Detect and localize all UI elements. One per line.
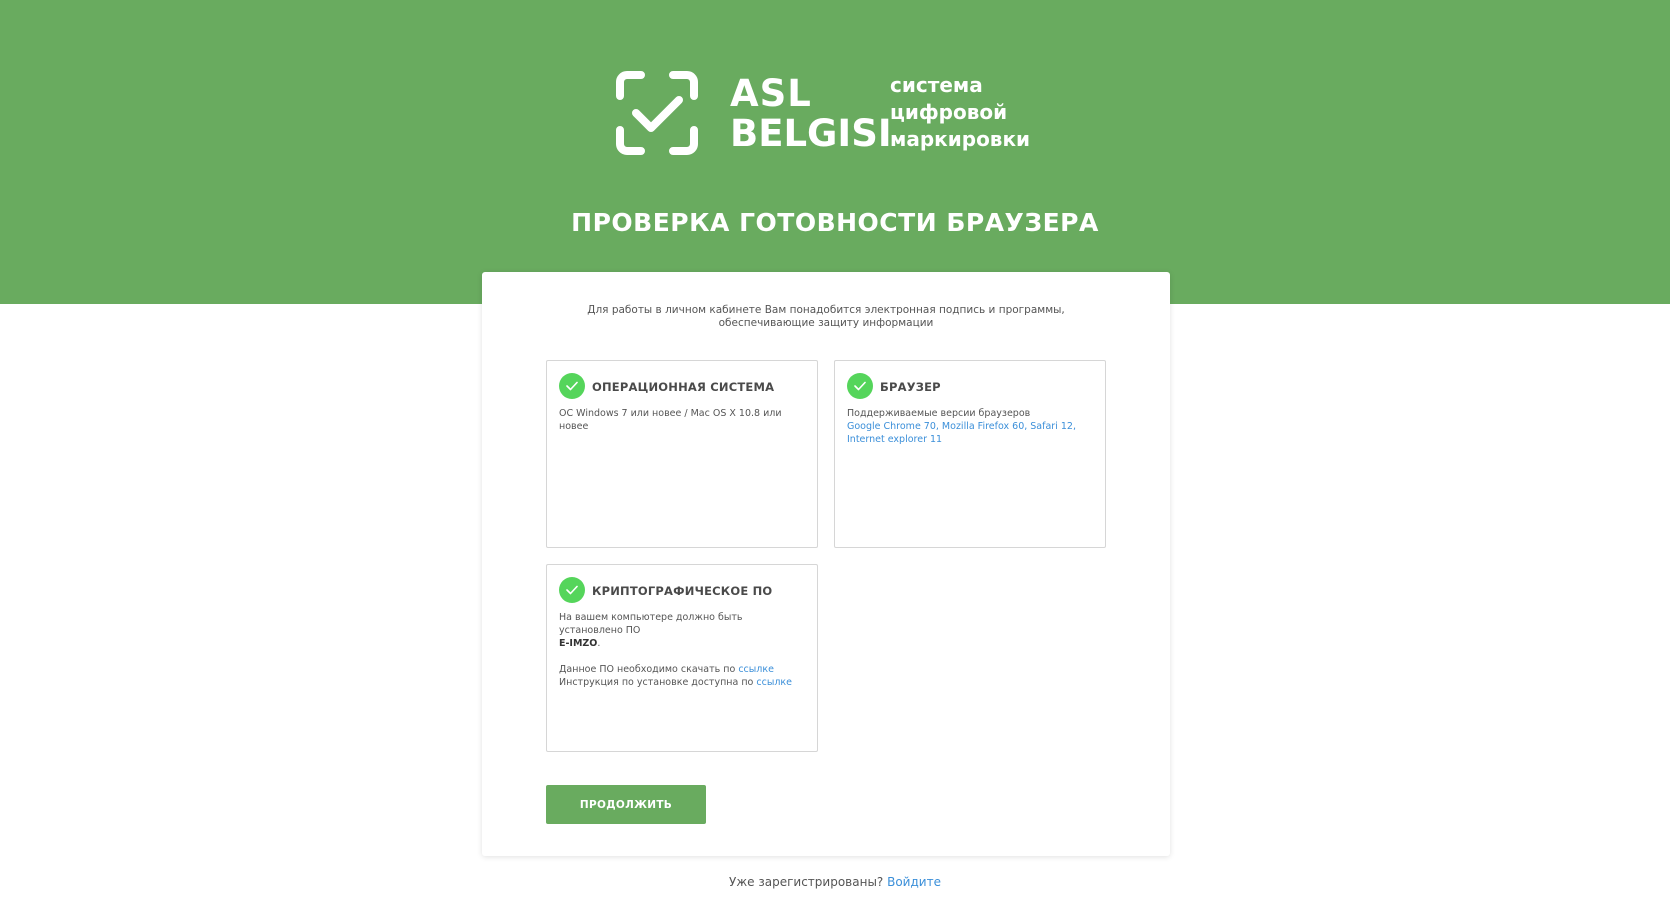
requirement-crypto: КРИПТОГРАФИЧЕСКОЕ ПО На вашем компьютере…: [546, 564, 818, 752]
check-circle-icon: [559, 373, 585, 399]
crypto-product-suffix: .: [597, 638, 601, 649]
requirement-browser-text: Поддерживаемые версии браузеров Google C…: [847, 407, 1097, 446]
crypto-download-line: Данное ПО необходимо скачать по ссылке: [559, 663, 809, 676]
crypto-instruction-line: Инструкция по установке доступна по ссыл…: [559, 676, 809, 689]
requirement-browser-title: БРАУЗЕР: [880, 380, 941, 394]
crypto-download-text: Данное ПО необходимо скачать по: [559, 664, 739, 675]
login-link[interactable]: Войдите: [887, 875, 941, 889]
logo-check-frame-icon: [616, 71, 698, 155]
continue-button[interactable]: ПРОДОЛЖИТЬ: [546, 785, 706, 824]
requirement-os: ОПЕРАЦИОННАЯ СИСТЕМА ОС Windows 7 или но…: [546, 360, 818, 548]
crypto-product-name: E-IMZO: [559, 638, 598, 649]
crypto-product-line: E-IMZO.: [559, 637, 809, 650]
readiness-card: Для работы в личном кабинете Вам понадоб…: [482, 272, 1170, 856]
logo-text-belgisi: BELGISI: [730, 112, 892, 155]
os-versions-text: ОС Windows 7 или новее / Mac OS X 10.8 и…: [559, 408, 782, 432]
logo-text-asl: ASL: [730, 72, 812, 115]
requirement-browser: БРАУЗЕР Поддерживаемые версии браузеров …: [834, 360, 1106, 548]
browser-list-link-line2[interactable]: Internet explorer 11: [847, 434, 942, 445]
crypto-instruction-text: Инструкция по установке доступна по: [559, 677, 757, 688]
header-banner: ASL BELGISI система цифровой маркировки …: [0, 0, 1670, 304]
requirement-os-title: ОПЕРАЦИОННАЯ СИСТЕМА: [592, 380, 775, 394]
footer-login: Уже зарегистрированы? Войдите: [0, 875, 1670, 889]
browser-list-link-line1[interactable]: Google Chrome 70, Mozilla Firefox 60, Sa…: [847, 421, 1076, 432]
requirement-os-text: ОС Windows 7 или новее / Mac OS X 10.8 и…: [559, 407, 809, 433]
crypto-instruction-link[interactable]: ссылке: [756, 677, 792, 688]
browser-versions-label: Поддерживаемые версии браузеров: [847, 408, 1031, 419]
logo-tagline: система цифровой маркировки: [890, 73, 1031, 151]
check-circle-icon: [847, 373, 873, 399]
intro-text: Для работы в личном кабинете Вам понадоб…: [587, 304, 1065, 329]
logo: ASL BELGISI система цифровой маркировки: [614, 70, 1034, 166]
crypto-download-link[interactable]: ссылке: [738, 664, 774, 675]
requirement-crypto-text: На вашем компьютере должно быть установл…: [559, 611, 809, 689]
check-circle-icon: [559, 577, 585, 603]
requirement-crypto-title: КРИПТОГРАФИЧЕСКОЕ ПО: [592, 584, 773, 598]
page-title: ПРОВЕРКА ГОТОВНОСТИ БРАУЗЕРА: [571, 208, 1099, 237]
crypto-install-text: На вашем компьютере должно быть установл…: [559, 612, 743, 636]
already-registered-text: Уже зарегистрированы?: [729, 875, 888, 889]
